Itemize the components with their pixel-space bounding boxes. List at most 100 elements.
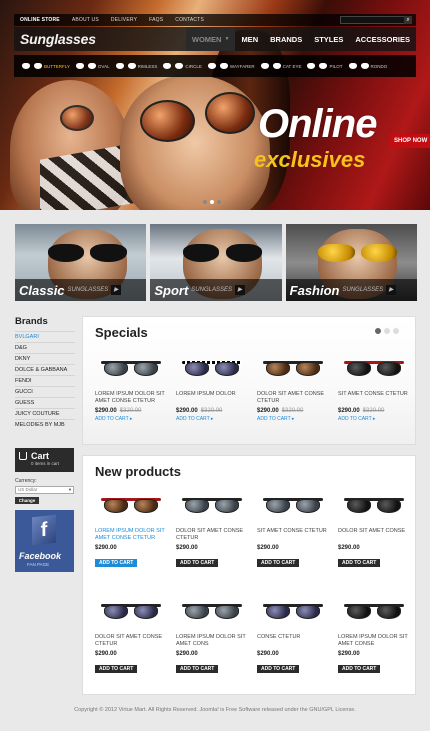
nav-accessories[interactable]: Accessories [349,27,416,51]
style-wayfarer[interactable]: Wayfarer [207,62,255,71]
category-fashion[interactable]: Fashion Sunglasses ▶ [285,224,417,301]
style-cat-eye[interactable]: Cat Eye [260,62,301,71]
hero-banner[interactable]: Online store About us Delivery FAQs Cont… [0,0,430,210]
style-rondo[interactable]: Rondo [348,62,387,71]
brand-link-bvlgari[interactable]: Bvlgari [15,331,75,342]
product-image[interactable] [176,490,248,522]
special-product[interactable]: Lorem ipsum dolor $290.00 $320.00 Add to … [176,353,248,422]
toplink-contacts[interactable]: Contacts [169,17,210,23]
new-product[interactable]: Conse ctetur $290.00 Add to cart [257,596,329,675]
toplink-about[interactable]: About us [66,17,105,23]
add-to-cart-button[interactable]: Add to cart [257,665,300,673]
add-to-cart-button[interactable]: Add to cart [95,559,138,567]
change-currency-button[interactable]: Change [15,497,39,504]
product-name[interactable]: Conse ctetur [257,634,329,648]
product-image[interactable] [95,596,167,628]
product-name[interactable]: Lorem ipsum dolor [176,391,248,405]
nav-women[interactable]: Women ▼ [185,27,236,51]
new-product[interactable]: Lorem ipsum dolor sit amet conse ctetur … [95,490,167,569]
pager-dot-active[interactable] [375,328,381,334]
product-price: $290.00 [257,545,279,551]
arrow-right-icon[interactable]: ▶ [111,285,122,295]
product-image[interactable] [338,353,410,385]
style-oval[interactable]: Oval [75,62,110,71]
facebook-widget[interactable]: f Facebook Fan Page [15,510,74,572]
product-image[interactable] [257,596,329,628]
product-image[interactable] [176,596,248,628]
new-product[interactable]: Dolor sit amet conse $290.00 Add to cart [338,490,410,569]
currency-select[interactable]: US Dollar ▼ [15,486,74,494]
category-classic[interactable]: Classic Sunglasses ▶ [15,224,147,301]
pager-dot[interactable] [384,328,390,334]
slider-dot[interactable] [217,200,221,204]
product-image[interactable] [176,353,248,385]
add-to-cart-link[interactable]: Add to cart ▸ [176,416,248,422]
add-to-cart-button[interactable]: Add to cart [257,559,300,567]
new-product[interactable]: Lorem ipsum dolor sit amet conse $290.00… [338,596,410,675]
slider-dot[interactable] [203,200,207,204]
nav-styles[interactable]: Styles [308,27,349,51]
site-logo[interactable]: Sunglasses [14,31,96,47]
product-image[interactable] [257,490,329,522]
product-name[interactable]: Dolor sit amet conse [338,528,410,542]
new-product[interactable]: Dolor sit amet conse ctetur $290.00 Add … [176,490,248,569]
cart-widget[interactable]: Cart 0 items in cart [15,448,74,472]
product-image[interactable] [95,490,167,522]
new-product[interactable]: Sit amet conse ctetur $290.00 Add to car… [257,490,329,569]
brand-link-juicy-couture[interactable]: Juicy Couture [15,408,75,419]
product-name[interactable]: Lorem ipsum dolor sit amet conse ctetur [95,391,167,405]
style-pilot[interactable]: Pilot [307,62,343,71]
special-product[interactable]: Lorem ipsum dolor sit amet conse ctetur … [95,353,167,422]
style-rimless[interactable]: Rimless [115,62,157,71]
brand-link-dg[interactable]: D&G [15,342,75,353]
nav-brands[interactable]: Brands [264,27,308,51]
style-circle[interactable]: Circle [163,62,202,71]
product-name[interactable]: Dolor sit amet conse ctetur [257,391,329,405]
add-to-cart-link[interactable]: Add to cart ▸ [95,416,167,422]
new-product[interactable]: Lorem ipsum dolor sit amet cons $290.00 … [176,596,248,675]
product-image[interactable] [257,353,329,385]
shop-now-button[interactable]: Shop now [390,134,430,148]
product-image[interactable] [95,353,167,385]
price-current: $290.00 [95,408,117,414]
product-name[interactable]: Lorem ipsum dolor sit amet cons [176,634,248,648]
search-input[interactable]: ⌕ [340,16,412,24]
special-product[interactable]: Dolor sit amet conse ctetur $290.00 $320.… [257,353,329,422]
brand-link-fendi[interactable]: Fendi [15,375,75,386]
add-to-cart-link[interactable]: Add to cart ▸ [257,416,329,422]
product-price: $290.00 [95,651,117,657]
add-to-cart-button[interactable]: Add to cart [338,559,381,567]
brand-link-melodies[interactable]: Melodies by MJB [15,419,75,430]
arrow-right-icon[interactable]: ▶ [234,285,245,295]
product-name[interactable]: Lorem ipsum dolor sit amet conse [338,634,410,648]
search-icon[interactable]: ⌕ [404,16,412,24]
add-to-cart-button[interactable]: Add to cart [176,665,219,673]
nav-women-label: Women [191,34,222,44]
pager-dot[interactable] [393,328,399,334]
product-image[interactable] [338,596,410,628]
add-to-cart-button[interactable]: Add to cart [338,665,381,673]
brand-link-gucci[interactable]: Gucci [15,386,75,397]
add-to-cart-link[interactable]: Add to cart ▸ [338,416,410,422]
add-to-cart-button[interactable]: Add to cart [176,559,219,567]
product-name[interactable]: Dolor sit amet conse ctetur [95,634,167,648]
product-name[interactable]: Lorem ipsum dolor sit amet conse ctetur [95,528,167,542]
slider-dot-active[interactable] [210,200,214,204]
arrow-right-icon[interactable]: ▶ [386,285,397,295]
product-name[interactable]: Sit amet conse ctetur [257,528,329,542]
brand-link-dkny[interactable]: DKNY [15,353,75,364]
product-name[interactable]: Sit amet conse ctetur [338,391,410,405]
category-sport[interactable]: Sport Sunglasses ▶ [150,224,282,301]
add-to-cart-button[interactable]: Add to cart [95,665,138,673]
nav-men[interactable]: Men [235,27,264,51]
new-product[interactable]: Dolor sit amet conse ctetur $290.00 Add … [95,596,167,675]
style-butterfly[interactable]: Butterfly [22,62,70,71]
special-product[interactable]: Sit amet conse ctetur $290.00 $320.00 Add… [338,353,410,422]
toplink-faqs[interactable]: FAQs [143,17,169,23]
product-name[interactable]: Dolor sit amet conse ctetur [176,528,248,542]
product-image[interactable] [338,490,410,522]
toplink-delivery[interactable]: Delivery [105,17,143,23]
brand-link-dolce-gabbana[interactable]: Dolce & Gabbana [15,364,75,375]
brand-link-guess[interactable]: Guess [15,397,75,408]
toplink-online-store[interactable]: Online store [14,17,66,23]
